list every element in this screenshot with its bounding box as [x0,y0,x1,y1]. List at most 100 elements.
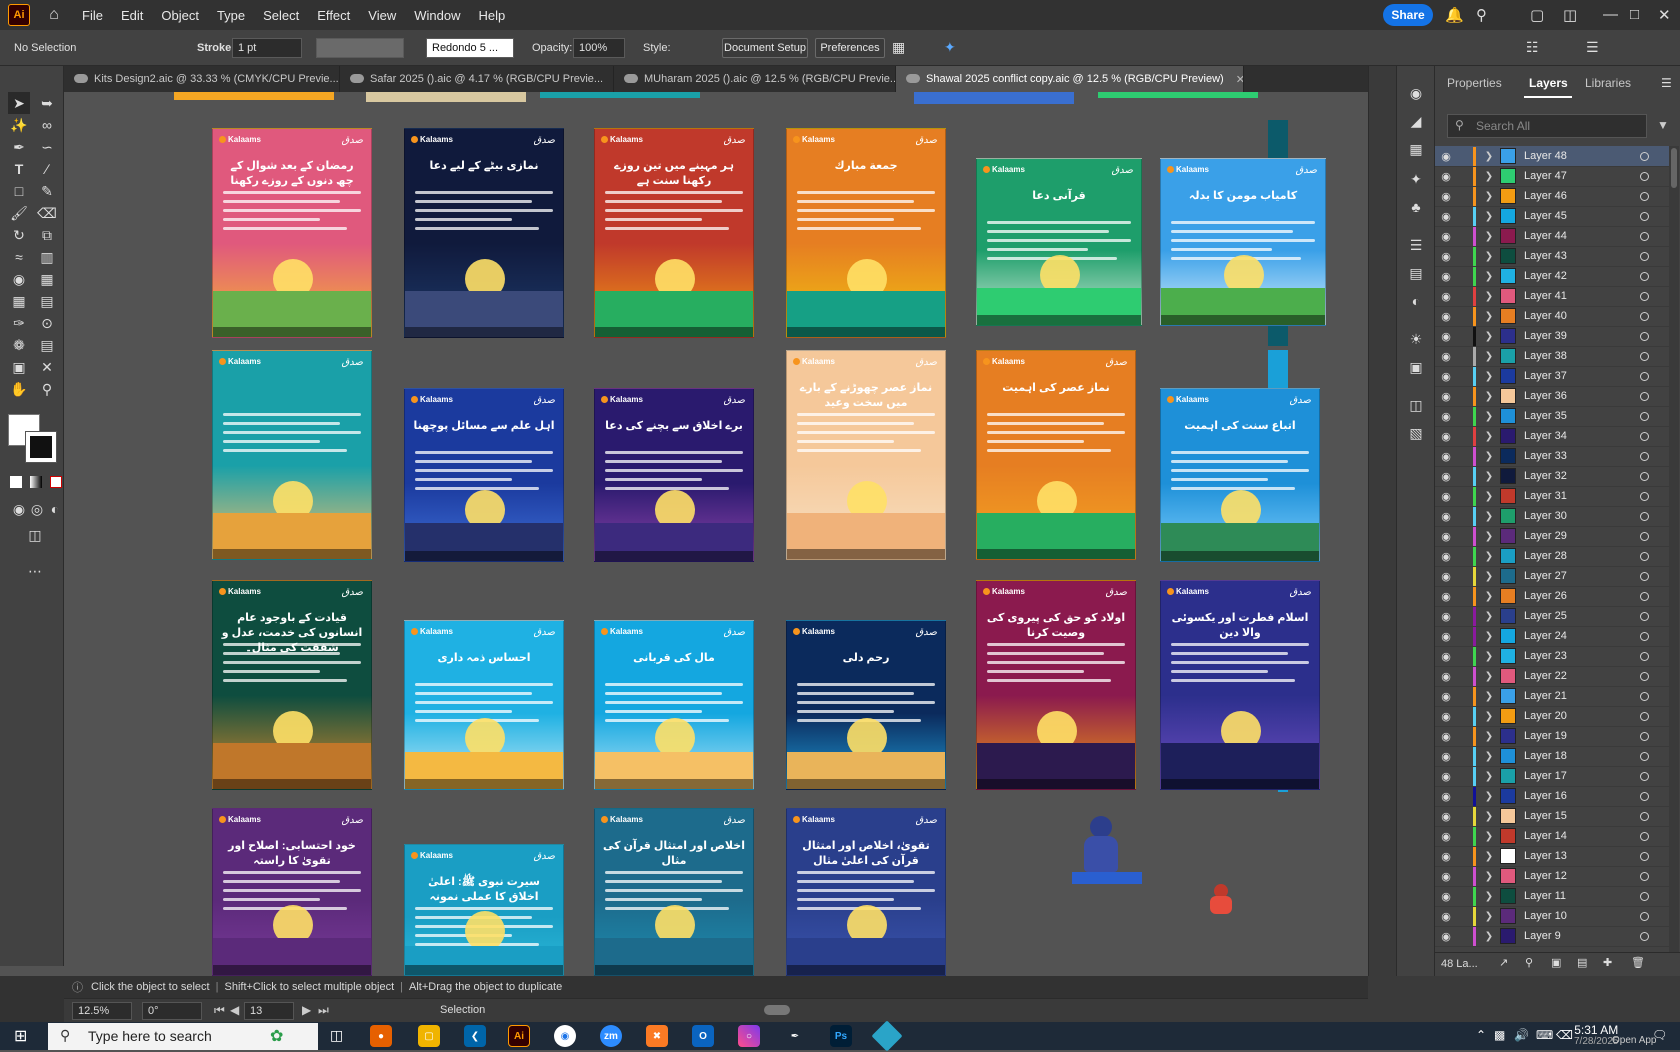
tab-shawal-2025[interactable]: Shawal 2025 conflict copy.aic @ 12.5 % (… [896,66,1244,92]
layer-row[interactable]: ◉ ❯ Layer 43 [1435,246,1669,267]
layer-name[interactable]: Layer 38 [1524,350,1634,362]
layer-name[interactable]: Layer 19 [1524,730,1634,742]
delete-layer-icon[interactable]: 🗑 [1631,956,1645,969]
target-icon[interactable] [1640,591,1649,601]
rectangle-tool-icon[interactable]: □ [8,180,30,202]
artboard-card[interactable]: Kalaams صدق اولاد کو حق کی پیروی کی وصیت ک… [976,580,1136,790]
arrange-icon[interactable]: ◫ [1563,6,1577,24]
menu-edit[interactable]: Edit [121,8,143,23]
target-icon[interactable] [1640,191,1649,201]
photoshop-icon[interactable]: Ps [830,1025,852,1047]
gradient-mode-icon[interactable] [30,476,42,488]
width-tool-icon[interactable]: ≈ [8,246,30,268]
visibility-eye-icon[interactable]: ◉ [1435,850,1457,863]
network-icon[interactable]: ▩ [1494,1028,1505,1042]
new-sublayer-icon[interactable]: ▤ [1577,956,1587,969]
expand-caret-icon[interactable]: ❯ [1482,911,1496,922]
creative-cloud-icon[interactable]: ○ [738,1025,760,1047]
swatches-icon[interactable]: ▦ [1405,138,1427,160]
artboard-card[interactable]: Kalaams صدق ہر مہینے میں تین روزے رکھنا سن… [594,128,754,338]
hand-tool-icon[interactable]: ✋ [8,378,30,400]
expand-caret-icon[interactable]: ❯ [1482,211,1496,222]
target-icon[interactable] [1640,851,1649,861]
type-tool-icon[interactable]: T [8,158,30,180]
layer-row[interactable]: ◉ ❯ Layer 25 [1435,606,1669,627]
layer-name[interactable]: Layer 39 [1524,330,1634,342]
target-icon[interactable] [1640,531,1649,541]
artboard-card[interactable]: Kalaams صدق قرآنی دعا [976,158,1142,326]
panel-menu-icon[interactable]: ☰ [1586,39,1599,56]
artboard-card[interactable]: Kalaams صدق تقویٰ، اخلاص اور امتثال قرآن ک… [786,808,946,976]
visibility-eye-icon[interactable]: ◉ [1435,190,1457,203]
expand-caret-icon[interactable]: ❯ [1482,531,1496,542]
arrange-documents-icon[interactable]: ☷ [1526,39,1539,56]
expand-caret-icon[interactable]: ❯ [1482,291,1496,302]
bell-icon[interactable]: 🔔 [1445,6,1464,24]
layer-name[interactable]: Layer 25 [1524,610,1634,622]
visibility-eye-icon[interactable]: ◉ [1435,770,1457,783]
artboard-card[interactable]: Kalaams صدق رمضان کے بعد شوال کے چھ دنوں ک… [212,128,372,338]
visibility-eye-icon[interactable]: ◉ [1435,650,1457,663]
layer-row[interactable]: ◉ ❯ Layer 47 [1435,166,1669,187]
expand-caret-icon[interactable]: ❯ [1482,231,1496,242]
target-icon[interactable] [1640,431,1649,441]
layer-name[interactable]: Layer 14 [1524,830,1634,842]
artboard-tool-icon[interactable]: ▣ [8,356,30,378]
pencil-tool-icon[interactable]: ✎ [36,180,58,202]
maximize-icon[interactable]: □ [1630,6,1639,23]
artboard-card[interactable]: Kalaams صدق اخلاص اور امتثال قرآن کی مثال [594,808,754,976]
windows-start-icon[interactable]: ⊞ [14,1026,27,1046]
expand-caret-icon[interactable]: ❯ [1482,431,1496,442]
layer-name[interactable]: Layer 16 [1524,790,1634,802]
expand-caret-icon[interactable]: ❯ [1482,831,1496,842]
xampp-icon[interactable]: ✖ [646,1025,668,1047]
target-icon[interactable] [1640,491,1649,501]
layer-row[interactable]: ◉ ❯ Layer 13 [1435,846,1669,867]
blend-tool-icon[interactable]: ⊙ [36,312,58,334]
more-tools-icon[interactable]: ⋯ [24,560,46,582]
menu-type[interactable]: Type [217,8,245,23]
expand-caret-icon[interactable]: ❯ [1482,591,1496,602]
target-icon[interactable] [1640,771,1649,781]
artboard-card[interactable]: Kalaams صدق قیادت کے باوجود عام انسانوں کی… [212,580,372,790]
appearance-icon[interactable]: ☀ [1405,328,1427,350]
chevron-up-icon[interactable]: ⌃ [1476,1028,1486,1042]
expand-caret-icon[interactable]: ❯ [1482,311,1496,322]
layer-name[interactable]: Layer 20 [1524,710,1634,722]
expand-caret-icon[interactable]: ❯ [1482,671,1496,682]
target-icon[interactable] [1640,291,1649,301]
chrome-icon[interactable]: ◉ [554,1025,576,1047]
next-artboard-icon[interactable]: ▶ [302,1003,311,1017]
zoom-icon[interactable]: zm [600,1025,622,1047]
outlook-icon[interactable]: O [692,1025,714,1047]
artboard-card[interactable]: Kalaams صدق اتباع سنت کی اہمیت [1160,388,1320,562]
artboard-canvas[interactable]: Kalaams صدق رمضان کے بعد شوال کے چھ دنوں ک… [64,92,1368,976]
magic-wand-tool-icon[interactable]: ✨ [8,114,30,136]
locate-object-icon[interactable]: ⚲ [1525,956,1533,969]
visibility-eye-icon[interactable]: ◉ [1435,230,1457,243]
visibility-eye-icon[interactable]: ◉ [1435,790,1457,803]
layer-name[interactable]: Layer 37 [1524,370,1634,382]
layer-name[interactable]: Layer 47 [1524,170,1634,182]
tab-kits-design2[interactable]: Kits Design2.aic @ 33.33 % (CMYK/CPU Pre… [64,66,340,92]
visibility-eye-icon[interactable]: ◉ [1435,310,1457,323]
layer-row[interactable]: ◉ ❯ Layer 26 [1435,586,1669,607]
volume-icon[interactable]: 🔊 [1514,1028,1529,1042]
target-icon[interactable] [1640,831,1649,841]
visibility-eye-icon[interactable]: ◉ [1435,370,1457,383]
artboard-card[interactable]: Kalaams صدق نماز عصر کی اہمیت [976,350,1136,560]
layer-row[interactable]: ◉ ❯ Layer 48 [1435,146,1669,167]
expand-caret-icon[interactable]: ❯ [1482,811,1496,822]
layer-name[interactable]: Layer 11 [1524,890,1634,902]
direct-selection-tool-icon[interactable]: ➥ [36,92,58,114]
target-icon[interactable] [1640,511,1649,521]
minimize-icon[interactable]: — [1603,6,1618,23]
visibility-eye-icon[interactable]: ◉ [1435,350,1457,363]
artboard-card[interactable]: Kalaams صدق نمازی بیٹے کے لیے دعا [404,128,564,338]
last-artboard-icon[interactable]: ⏭ [318,1003,329,1018]
target-icon[interactable] [1640,691,1649,701]
menu-object[interactable]: Object [161,8,199,23]
expand-caret-icon[interactable]: ❯ [1482,251,1496,262]
scale-tool-icon[interactable]: ⧉ [36,224,58,246]
target-icon[interactable] [1640,391,1649,401]
